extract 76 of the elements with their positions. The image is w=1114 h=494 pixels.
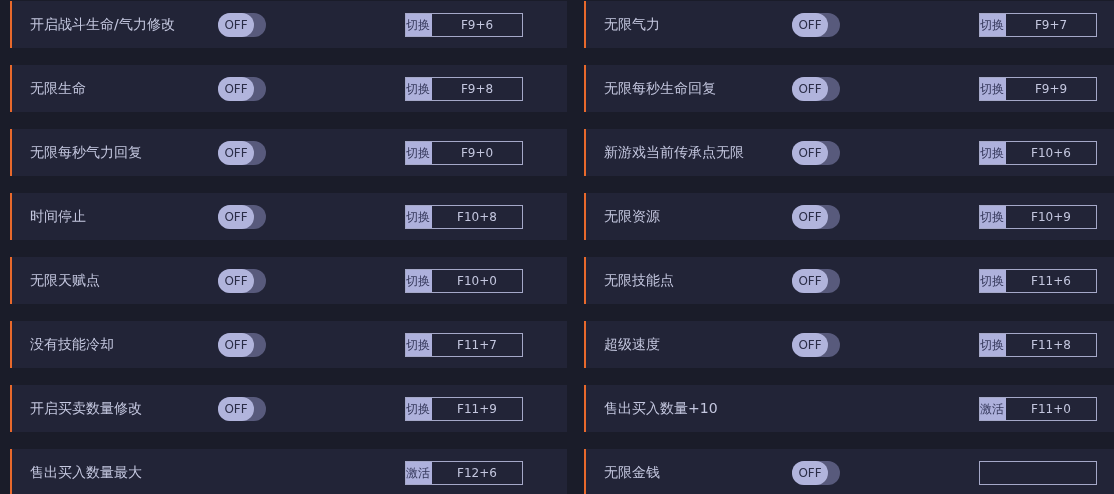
toggle-switch[interactable]: OFF (792, 140, 840, 165)
hotkey-box[interactable]: 切换 F11+8 (979, 332, 1097, 357)
cheat-label: 时间停止 (30, 207, 87, 226)
hotkey-key: F12+6 (432, 461, 522, 484)
hotkey-key: F9+0 (432, 141, 522, 164)
hotkey-box[interactable]: 切换 F11+7 (405, 332, 523, 357)
cheat-label: 没有技能冷却 (30, 335, 115, 354)
toggle-switch[interactable]: OFF (792, 12, 840, 37)
hotkey-key: F11+9 (432, 397, 522, 420)
hotkey-key: F11+8 (1006, 333, 1096, 356)
hotkey-mode: 切换 (406, 141, 432, 164)
hotkey-mode: 切换 (980, 141, 1006, 164)
toggle-switch[interactable]: OFF (218, 268, 266, 293)
hotkey-key: F10+6 (1006, 141, 1096, 164)
hotkey-key: F11+6 (1006, 269, 1096, 292)
hotkey-box[interactable]: 切换 F10+0 (405, 268, 523, 293)
hotkey-mode: 切换 (406, 13, 432, 36)
toggle-switch[interactable]: OFF (218, 76, 266, 101)
hotkey-box[interactable]: 切换 F9+7 (979, 12, 1097, 37)
hotkey-key: F10+0 (432, 269, 522, 292)
hotkey-mode: 切换 (980, 13, 1006, 36)
cheat-label: 无限金钱 (604, 463, 661, 482)
cheat-label: 无限资源 (604, 207, 661, 226)
cheat-label: 售出买入数量最大 (30, 463, 143, 482)
hotkey-mode: 切换 (980, 333, 1006, 356)
hotkey-key: F10+8 (432, 205, 522, 228)
toggle-switch[interactable]: OFF (218, 204, 266, 229)
hotkey-mode: 切换 (980, 269, 1006, 292)
cheat-label: 无限天赋点 (30, 271, 101, 290)
cheat-label: 无限气力 (604, 15, 661, 34)
hotkey-box[interactable]: 激活 F12+6 (405, 460, 523, 485)
toggle-switch[interactable]: OFF (792, 332, 840, 357)
toggle-switch[interactable]: OFF (792, 76, 840, 101)
hotkey-mode: 切换 (406, 77, 432, 100)
hotkey-mode: 激活 (980, 397, 1006, 420)
hotkey-box[interactable]: 切换 F9+6 (405, 12, 523, 37)
hotkey-key: F9+9 (1006, 77, 1096, 100)
hotkey-key: F11+0 (1006, 397, 1096, 420)
hotkey-box[interactable]: 切换 F10+6 (979, 140, 1097, 165)
hotkey-box[interactable]: 切换 F10+8 (405, 204, 523, 229)
cheat-label: 超级速度 (604, 335, 661, 354)
hotkey-mode: 切换 (406, 333, 432, 356)
hotkey-box[interactable]: 激活 F11+0 (979, 396, 1097, 421)
hotkey-mode: 切换 (980, 205, 1006, 228)
hotkey-key: F9+6 (432, 13, 522, 36)
hotkey-mode: 激活 (406, 461, 432, 484)
hotkey-key: F9+8 (432, 77, 522, 100)
cheat-label: 售出买入数量+10 (604, 399, 719, 418)
cheat-label: 无限生命 (30, 79, 87, 98)
hotkey-box[interactable]: 切换 F11+9 (405, 396, 523, 421)
toggle-switch[interactable]: OFF (218, 12, 266, 37)
hotkey-box[interactable]: 切换 F9+9 (979, 76, 1097, 101)
hotkey-box[interactable] (979, 460, 1097, 485)
hotkey-mode: 切换 (406, 269, 432, 292)
hotkey-key: F10+9 (1006, 205, 1096, 228)
hotkey-mode: 切换 (406, 397, 432, 420)
hotkey-box[interactable]: 切换 F9+8 (405, 76, 523, 101)
cheat-label: 无限每秒生命回复 (604, 79, 717, 98)
toggle-switch[interactable]: OFF (792, 268, 840, 293)
toggle-switch[interactable]: OFF (218, 140, 266, 165)
hotkey-box[interactable]: 切换 F9+0 (405, 140, 523, 165)
hotkey-key: F11+7 (432, 333, 522, 356)
toggle-switch[interactable]: OFF (218, 396, 266, 421)
hotkey-box[interactable]: 切换 F10+9 (979, 204, 1097, 229)
toggle-switch[interactable]: OFF (218, 332, 266, 357)
toggle-switch[interactable]: OFF (792, 204, 840, 229)
cheat-label: 开启买卖数量修改 (30, 399, 143, 418)
hotkey-key: F9+7 (1006, 13, 1096, 36)
toggle-switch[interactable]: OFF (792, 460, 840, 485)
hotkey-box[interactable]: 切换 F11+6 (979, 268, 1097, 293)
hotkey-mode: 切换 (980, 77, 1006, 100)
cheat-label: 新游戏当前传承点无限 (604, 143, 745, 162)
cheat-label: 开启战斗生命/气力修改 (30, 15, 176, 34)
hotkey-mode: 切换 (406, 205, 432, 228)
cheat-label: 无限技能点 (604, 271, 675, 290)
cheat-label: 无限每秒气力回复 (30, 143, 143, 162)
